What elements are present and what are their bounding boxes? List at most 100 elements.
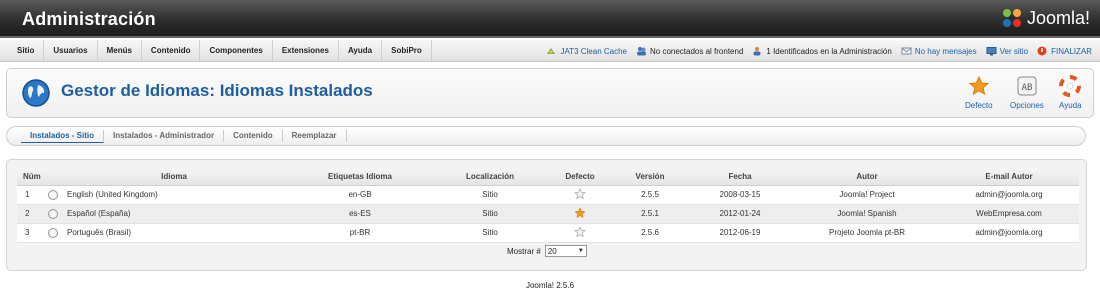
users-icon	[636, 46, 647, 56]
messages-link[interactable]: No hay mensajes	[901, 46, 977, 56]
row-date: 2012-06-19	[685, 223, 795, 243]
chevron-down-icon: ▼	[577, 248, 584, 254]
languages-table-panel: Núm Idioma Etiquetas Idioma Localización…	[6, 159, 1087, 271]
admin-header: Administración Joomla!	[0, 0, 1100, 38]
pagination-limit: Mostrar # 20 ▼	[507, 245, 587, 257]
row-num: 2	[17, 204, 43, 224]
row-location: Sitio	[435, 204, 545, 224]
logout-link[interactable]: FINALIZAR	[1037, 46, 1092, 56]
row-language: Español (España)	[63, 204, 285, 224]
row-num: 3	[17, 223, 43, 243]
table-row: 2 Español (España) es-ES Sitio 2.5.1 201…	[17, 204, 1079, 224]
main-menu: Sitio Usuarios Menús Contenido Component…	[8, 40, 432, 62]
radio-button[interactable]	[48, 189, 58, 200]
radio-button[interactable]	[48, 227, 58, 238]
row-version: 2.5.5	[615, 185, 685, 205]
row-date: 2012-01-24	[685, 204, 795, 224]
envelope-icon	[901, 46, 912, 56]
row-version: 2.5.1	[615, 204, 685, 224]
row-version: 2.5.6	[615, 223, 685, 243]
joomla-logo-text: Joomla!	[1026, 7, 1090, 28]
row-tag: pt-BR	[285, 223, 435, 243]
row-radio[interactable]	[43, 185, 63, 205]
star-icon	[968, 75, 990, 99]
globe-icon	[21, 78, 51, 108]
languages-table: Núm Idioma Etiquetas Idioma Localización…	[17, 168, 1079, 243]
row-date: 2008-03-15	[685, 185, 795, 205]
row-email: admin@joomla.org	[939, 223, 1079, 243]
page-title: Gestor de Idiomas: Idiomas Instalados	[61, 81, 373, 100]
tab-content[interactable]: Contenido	[224, 130, 283, 142]
table-row: 3 Português (Brasil) pt-BR Sitio 2.5.6 2…	[17, 223, 1079, 243]
pagination-label: Mostrar #	[507, 246, 541, 256]
admin-users-status: 1 Identificados en la Administración	[752, 46, 892, 56]
row-language: Português (Brasil)	[63, 223, 285, 243]
clean-cache-link[interactable]: JAT3 Clean Cache	[546, 46, 627, 56]
col-select	[43, 168, 63, 186]
menu-item-ayuda[interactable]: Ayuda	[339, 40, 383, 62]
language-subtabs: Instalados - Sitio Instalados - Administ…	[6, 126, 1086, 146]
menu-item-sitio[interactable]: Sitio	[8, 40, 45, 62]
tab-installed-site[interactable]: Instalados - Sitio	[21, 129, 105, 143]
menu-item-componentes[interactable]: Componentes	[200, 40, 273, 62]
col-author-email[interactable]: E-mail Autor	[939, 168, 1079, 186]
limit-select-value: 20	[547, 246, 557, 256]
tab-installed-admin[interactable]: Instalados - Administrador	[104, 130, 225, 142]
menu-item-menus[interactable]: Menús	[98, 40, 142, 62]
col-date[interactable]: Fecha	[685, 168, 795, 186]
row-num: 1	[17, 185, 43, 205]
view-site-link[interactable]: Ver sitio	[986, 46, 1028, 56]
row-email: admin@joomla.org	[939, 185, 1079, 205]
col-version[interactable]: Versión	[615, 168, 685, 186]
help-button-label: Ayuda	[1059, 101, 1082, 110]
monitor-icon	[986, 46, 997, 56]
row-author: Projeto Joomla pt-BR	[795, 223, 939, 243]
table-row: 1 English (United Kingdom) en-GB Sitio 2…	[17, 185, 1079, 205]
menu-item-contenido[interactable]: Contenido	[142, 40, 201, 62]
tab-override[interactable]: Reemplazar	[283, 130, 347, 142]
menu-item-usuarios[interactable]: Usuarios	[44, 40, 98, 62]
joomla-logo[interactable]: Joomla!	[1001, 7, 1090, 29]
main-menu-bar: Sitio Usuarios Menús Contenido Component…	[0, 40, 1100, 62]
row-tag: en-GB	[285, 185, 435, 205]
cache-icon	[546, 46, 557, 56]
row-default[interactable]	[545, 223, 615, 243]
row-location: Sitio	[435, 223, 545, 243]
row-radio[interactable]	[43, 223, 63, 243]
radio-button[interactable]	[48, 208, 58, 219]
row-default	[545, 204, 615, 224]
status-bar: JAT3 Clean Cache No conectados al fronte…	[546, 40, 1092, 62]
admin-user-icon	[752, 46, 763, 56]
col-location[interactable]: Localización	[435, 168, 545, 186]
default-button[interactable]: Defecto	[965, 75, 993, 115]
row-default[interactable]	[545, 185, 615, 205]
star-outline-icon[interactable]	[574, 225, 586, 240]
footer-version: Joomla! 2.5.6	[525, 281, 575, 290]
menu-item-extensiones[interactable]: Extensiones	[273, 40, 339, 62]
star-outline-icon[interactable]	[574, 187, 586, 202]
joomla-logo-icon	[1001, 7, 1023, 29]
row-email: WebEmpresa.com	[939, 204, 1079, 224]
row-language: English (United Kingdom)	[63, 185, 285, 205]
power-icon	[1037, 46, 1048, 56]
col-num: Núm	[17, 168, 43, 186]
row-location: Sitio	[435, 185, 545, 205]
row-radio[interactable]	[43, 204, 63, 224]
row-author: Joomla! Project	[795, 185, 939, 205]
col-author[interactable]: Autor	[795, 168, 939, 186]
row-tag: es-ES	[285, 204, 435, 224]
menu-item-sobipro[interactable]: SobiPro	[382, 40, 432, 62]
col-language[interactable]: Idioma	[63, 168, 285, 186]
limit-select[interactable]: 20 ▼	[544, 245, 587, 257]
col-tag[interactable]: Etiquetas Idioma	[285, 168, 435, 186]
options-icon: AB	[1016, 75, 1038, 99]
star-filled-icon	[574, 206, 586, 221]
help-button[interactable]: Ayuda	[1059, 75, 1082, 115]
options-button-label: Opciones	[1010, 101, 1044, 110]
app-title: Administración	[22, 9, 156, 29]
col-default[interactable]: Defecto	[545, 168, 615, 186]
options-button[interactable]: AB Opciones	[1010, 75, 1044, 115]
table-header-row: Núm Idioma Etiquetas Idioma Localización…	[17, 168, 1079, 186]
svg-text:AB: AB	[1021, 83, 1032, 93]
frontend-users-status: No conectados al frontend	[636, 46, 743, 56]
